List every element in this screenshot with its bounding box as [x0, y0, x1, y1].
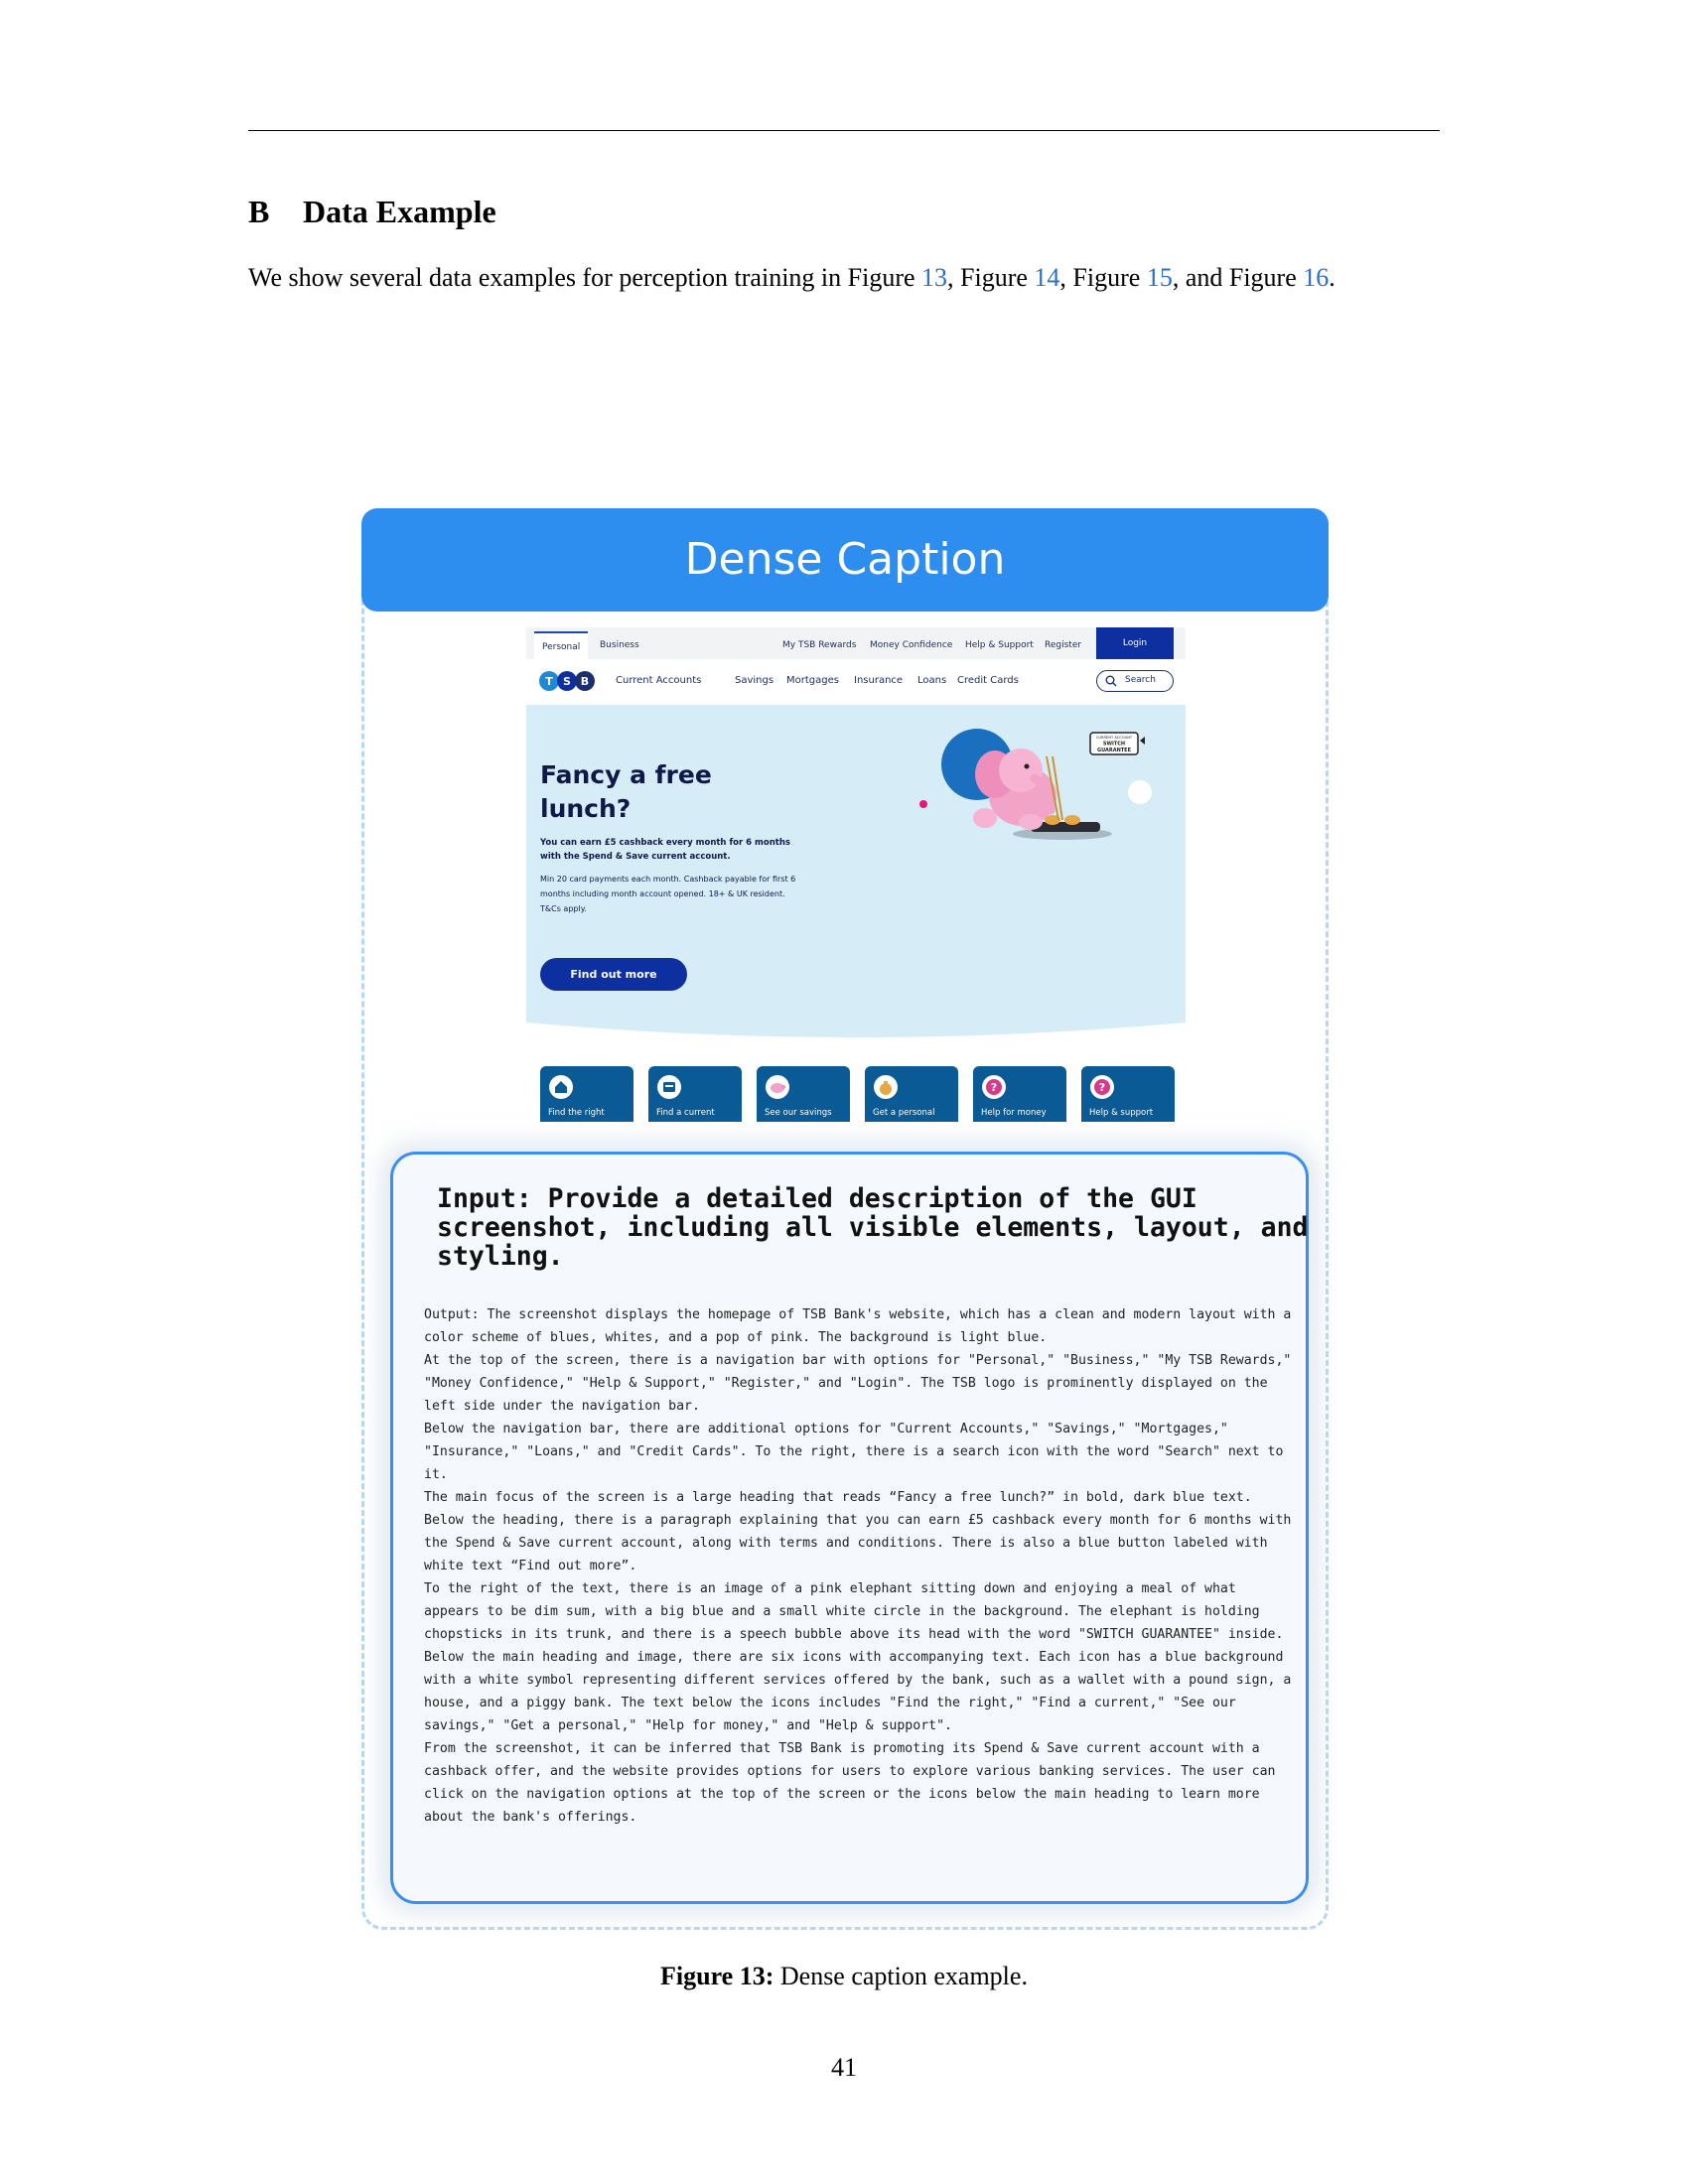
svg-text:?: ?: [991, 1081, 997, 1094]
nav-credit-cards[interactable]: Credit Cards: [957, 671, 1019, 691]
tile-see-our-savings[interactable]: See our savings: [757, 1066, 850, 1122]
figure-caption-text: Dense caption example.: [774, 1962, 1028, 1990]
nav-insurance[interactable]: Insurance: [854, 671, 903, 691]
figure-ref-link[interactable]: 14: [1034, 263, 1059, 292]
nav-help-support[interactable]: Help & Support: [965, 631, 1034, 659]
website-screenshot: Personal Business My TSB Rewards Money C…: [526, 627, 1186, 1122]
figure-caption-label: Figure 13:: [660, 1962, 774, 1990]
search-label: Search: [1125, 675, 1156, 685]
badge-line-3: GUARANTEE: [1097, 748, 1132, 753]
output-paragraph: The main focus of the screen is a large …: [424, 1490, 1292, 1573]
search-button[interactable]: Search: [1096, 670, 1174, 692]
nav-money-confidence[interactable]: Money Confidence: [870, 631, 952, 659]
ref-prefix: Figure: [847, 263, 922, 292]
tile-find-a-current[interactable]: Find a current: [648, 1066, 742, 1122]
ref-suffix: , and: [1172, 263, 1229, 292]
house-icon: [549, 1075, 573, 1099]
ref-suffix: ,: [947, 263, 961, 292]
figure-ref-link[interactable]: 13: [921, 263, 947, 292]
nav-current-accounts[interactable]: Current Accounts: [616, 671, 701, 691]
section-number: B: [248, 194, 270, 229]
login-button[interactable]: Login: [1096, 627, 1174, 659]
figure-caption: Figure 13: Dense caption example.: [0, 1962, 1688, 1991]
nav-my-tsb-rewards[interactable]: My TSB Rewards: [782, 631, 856, 659]
ref-suffix: ,: [1059, 263, 1073, 292]
section-title: Data Example: [303, 194, 496, 229]
page-number: 41: [831, 2053, 857, 2082]
ref-prefix: Figure: [1072, 263, 1147, 292]
svg-text:?: ?: [1099, 1081, 1105, 1094]
output-paragraph: To the right of the text, there is an im…: [424, 1581, 1284, 1642]
find-out-more-button[interactable]: Find out more: [540, 958, 687, 991]
nav-register[interactable]: Register: [1045, 631, 1081, 659]
question-icon: ?: [982, 1075, 1006, 1099]
ref-suffix: .: [1329, 263, 1336, 292]
tile-label: Find a current: [656, 1108, 715, 1118]
tile-get-a-personal[interactable]: Get a personal: [865, 1066, 958, 1122]
output-paragraph: Output: The screenshot displays the home…: [424, 1307, 1292, 1345]
ref-prefix: Figure: [960, 263, 1035, 292]
hero-lead-text: You can earn £5 cashback every month for…: [540, 838, 790, 862]
nav-loans[interactable]: Loans: [917, 671, 946, 691]
tab-personal[interactable]: Personal: [534, 631, 589, 659]
badge-line-2: SWITCH: [1103, 742, 1125, 748]
tab-business[interactable]: Business: [600, 631, 639, 659]
card-icon: [657, 1075, 681, 1099]
tile-label: Help for money: [981, 1108, 1047, 1118]
piggy-bank-icon: [766, 1075, 789, 1099]
figure-header: Dense Caption: [361, 508, 1329, 612]
figure-header-title: Dense Caption: [684, 534, 1006, 585]
nav-mortgages[interactable]: Mortgages: [786, 671, 839, 691]
intro-text: We show several data examples for percep…: [248, 263, 848, 292]
output-paragraph: At the top of the screen, there is a nav…: [424, 1353, 1292, 1414]
svg-text:B: B: [581, 675, 589, 688]
tile-label: Find the right: [548, 1108, 605, 1118]
top-nav-bar: Personal Business My TSB Rewards Money C…: [526, 627, 1186, 659]
ref-prefix: Figure: [1228, 263, 1304, 292]
tile-label: Get a personal: [873, 1108, 935, 1118]
tile-help-for-money[interactable]: ? Help for money: [973, 1066, 1066, 1122]
caption-output: Output: The screenshot displays the home…: [424, 1303, 1298, 1829]
figure-ref-link[interactable]: 16: [1303, 263, 1329, 292]
pink-elephant-illustration: CURRENT ACCOUNT SWITCH GUARANTEE: [919, 729, 1152, 840]
svg-text:T: T: [545, 675, 553, 688]
tsb-logo[interactable]: T S B: [538, 670, 596, 692]
hero-title: Fancy a free lunch?: [540, 760, 712, 823]
nav-savings[interactable]: Savings: [735, 671, 774, 691]
intro-paragraph: We show several data examples for percep…: [248, 263, 1336, 293]
tile-label: See our savings: [765, 1108, 832, 1118]
tile-label: Help & support: [1089, 1108, 1154, 1118]
tile-find-the-right[interactable]: Find the right: [540, 1066, 633, 1122]
header-rule: [248, 130, 1440, 131]
svg-text:S: S: [563, 675, 571, 688]
output-paragraph: From the screenshot, it can be inferred …: [424, 1741, 1276, 1825]
question-icon: ?: [1090, 1075, 1114, 1099]
badge-line-1: CURRENT ACCOUNT: [1096, 736, 1133, 740]
section-heading: B Data Example: [248, 194, 496, 230]
figure-ref-link[interactable]: 15: [1147, 263, 1173, 292]
output-paragraph: Below the navigation bar, there are addi…: [424, 1422, 1284, 1482]
tile-help-support[interactable]: ? Help & support: [1081, 1066, 1175, 1122]
money-bag-icon: [874, 1075, 898, 1099]
search-icon: [1105, 675, 1117, 687]
prompt-input-text: Input: Provide a detailed description of…: [437, 1183, 1309, 1272]
output-paragraph: Below the main heading and image, there …: [424, 1650, 1292, 1733]
hero-terms-text: Min 20 card payments each month. Cashbac…: [540, 875, 796, 913]
